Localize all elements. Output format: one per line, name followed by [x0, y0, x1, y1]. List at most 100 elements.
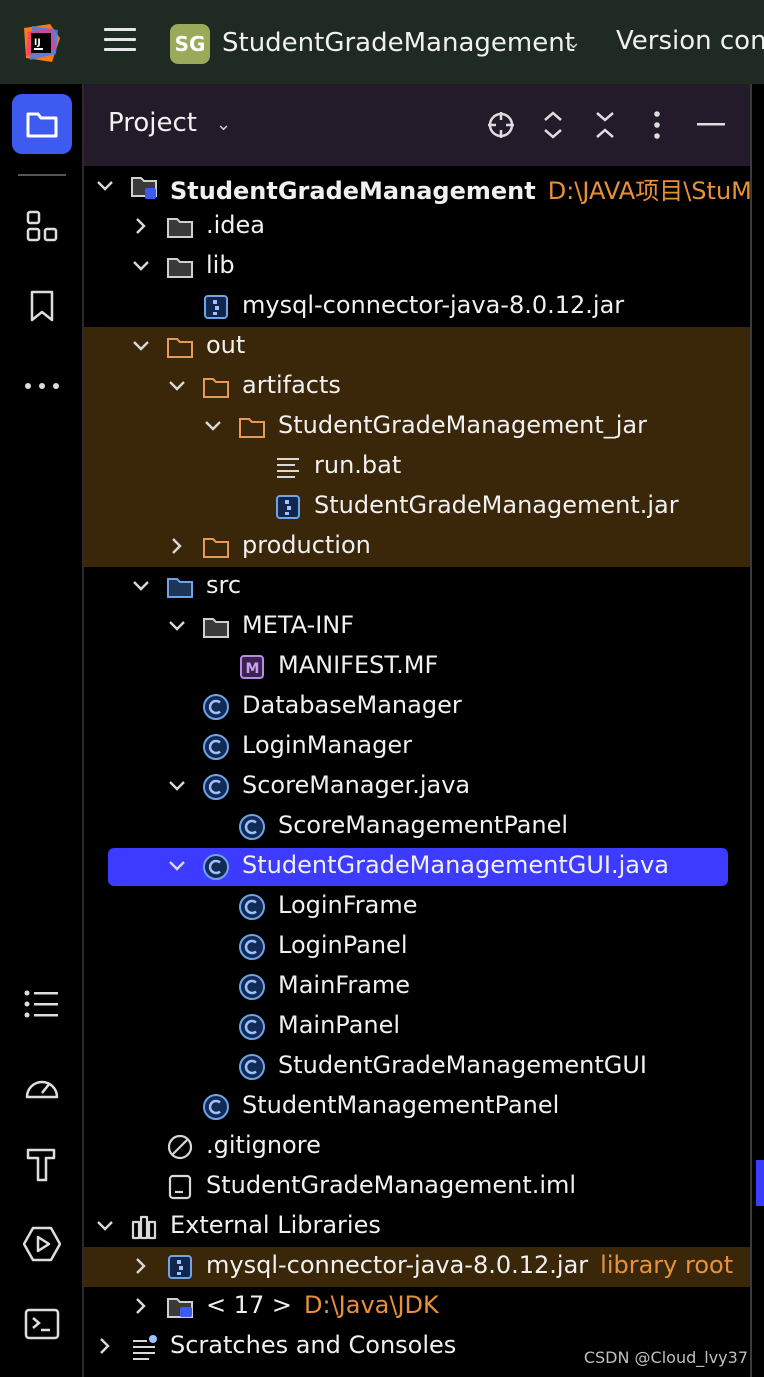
tree-row[interactable]: .idea: [84, 207, 750, 247]
tree-row[interactable]: StudentGradeManagementGUI: [84, 1047, 750, 1087]
panel-title[interactable]: Project: [108, 108, 197, 138]
build-hammer-icon[interactable]: [12, 1134, 72, 1194]
svg-text:IJ: IJ: [34, 38, 41, 48]
tree-row[interactable]: .gitignore: [84, 1127, 750, 1167]
tree-item-text: src: [206, 571, 242, 599]
class-icon: [238, 813, 266, 841]
tree-item-label: StudentGradeManagement.jar: [314, 491, 679, 519]
chevron-down-icon[interactable]: [94, 175, 116, 197]
chevron-right-icon[interactable]: [94, 1335, 116, 1357]
chevron-down-icon[interactable]: [166, 775, 188, 797]
main-toolbar: IJ SG StudentGradeManagement ⌄ Version c…: [0, 0, 764, 85]
tree-row[interactable]: ScoreManager.java: [84, 767, 750, 807]
tree-row[interactable]: META-INF: [84, 607, 750, 647]
tree-item-text: DatabaseManager: [242, 691, 462, 719]
tree-row[interactable]: MainFrame: [84, 967, 750, 1007]
tree-item-label: Scratches and Consoles: [170, 1331, 456, 1359]
tree-row[interactable]: DatabaseManager: [84, 687, 750, 727]
project-initials-badge[interactable]: SG: [170, 24, 210, 64]
tree-row[interactable]: LoginManager: [84, 727, 750, 767]
jar-icon: [202, 293, 230, 321]
class-icon: [202, 773, 230, 801]
tree-row[interactable]: StudentGradeManagement.iml: [84, 1167, 750, 1207]
tree-item-text: StudentGradeManagement_jar: [278, 411, 647, 439]
class-icon: [238, 933, 266, 961]
chevron-down-icon[interactable]: [166, 375, 188, 397]
bookmarks-tool-icon[interactable]: [12, 276, 72, 336]
tree-row[interactable]: out: [84, 327, 750, 367]
chevron-right-icon[interactable]: [130, 1295, 152, 1317]
chevron-down-icon[interactable]: [130, 255, 152, 277]
chevron-down-icon[interactable]: [130, 335, 152, 357]
chevron-down-icon[interactable]: ⌄: [566, 32, 581, 53]
tree-item-label: META-INF: [242, 611, 354, 639]
more-tools-icon[interactable]: [12, 356, 72, 416]
tree-item-label: .idea: [206, 211, 265, 239]
expand-all-icon[interactable]: [536, 108, 570, 142]
tree-item-label: mysql-connector-java-8.0.12.jar library r…: [206, 1251, 733, 1279]
version-control-button[interactable]: Version con: [616, 26, 764, 56]
tree-row[interactable]: LoginFrame: [84, 887, 750, 927]
chevron-down-icon[interactable]: [202, 415, 224, 437]
tree-row[interactable]: M MANIFEST.MF: [84, 647, 750, 687]
excluded-folder-icon: [202, 533, 230, 561]
class-icon: [202, 1093, 230, 1121]
tree-row[interactable]: External Libraries: [84, 1207, 750, 1247]
terminal-icon[interactable]: [12, 1294, 72, 1354]
folder-icon: [166, 253, 194, 281]
project-tool-icon[interactable]: [12, 94, 72, 154]
tree-item-text: .idea: [206, 211, 266, 239]
svg-text:M: M: [246, 661, 260, 677]
tree-row[interactable]: artifacts: [84, 367, 750, 407]
tree-row[interactable]: LoginPanel: [84, 927, 750, 967]
tree-row[interactable]: mysql-connector-java-8.0.12.jar library r…: [84, 1247, 750, 1287]
locate-target-icon[interactable]: [484, 108, 518, 142]
chevron-down-icon[interactable]: ⌄: [216, 114, 231, 135]
tree-item-label: DatabaseManager: [242, 691, 462, 719]
chevron-down-icon[interactable]: [166, 855, 188, 877]
tree-row[interactable]: MainPanel: [84, 1007, 750, 1047]
chevron-right-icon[interactable]: [130, 215, 152, 237]
tree-row-selected[interactable]: StudentGradeManagementGUI.java: [84, 847, 750, 887]
chevron-right-icon[interactable]: [130, 1255, 152, 1277]
tree-row[interactable]: StudentManagementPanel: [84, 1087, 750, 1127]
tree-row[interactable]: src: [84, 567, 750, 607]
hide-panel-icon[interactable]: [694, 108, 728, 142]
tree-row[interactable]: lib: [84, 247, 750, 287]
tree-row[interactable]: StudentGradeManagement D:\JAVA项目\StuM: [84, 167, 752, 207]
tree-row[interactable]: run.bat: [84, 447, 750, 487]
options-kebab-icon[interactable]: [640, 108, 674, 142]
tree-item-label: ScoreManager.java: [242, 771, 470, 799]
chevron-down-icon[interactable]: [166, 615, 188, 637]
tree-item-text: LoginPanel: [278, 931, 408, 959]
chevron-down-icon[interactable]: [94, 1215, 116, 1237]
tree-row[interactable]: StudentGradeManagement_jar: [84, 407, 750, 447]
excluded-folder-icon: [166, 333, 194, 361]
todo-list-icon[interactable]: [12, 974, 72, 1034]
tree-row[interactable]: StudentGradeManagement.jar: [84, 487, 750, 527]
tree-item-text: LoginFrame: [278, 891, 418, 919]
project-selector[interactable]: StudentGradeManagement: [222, 28, 575, 58]
tree-row[interactable]: ScoreManagementPanel: [84, 807, 750, 847]
tree-item-label: StudentGradeManagementGUI.java: [242, 851, 669, 879]
chevron-right-icon[interactable]: [166, 535, 188, 557]
collapse-all-icon[interactable]: [588, 108, 622, 142]
services-run-icon[interactable]: [12, 1214, 72, 1274]
tree-item-text: StudentGradeManagement.jar: [314, 491, 679, 519]
tree-row[interactable]: mysql-connector-java-8.0.12.jar: [84, 287, 750, 327]
intellij-logo-icon[interactable]: IJ: [22, 24, 60, 62]
tree-item-label: StudentGradeManagement D:\JAVA项目\StuM: [170, 171, 752, 206]
tool-window-strip: [0, 84, 84, 1377]
tree-item-text: run.bat: [314, 451, 402, 479]
manifest-icon: M: [238, 653, 266, 681]
tree-item-text: production: [242, 531, 371, 559]
excluded-folder-icon: [238, 413, 266, 441]
main-menu-icon[interactable]: [104, 28, 136, 56]
folder-icon: [166, 213, 194, 241]
profiler-gauge-icon[interactable]: [12, 1056, 72, 1116]
tree-item-label: StudentGradeManagementGUI: [278, 1051, 647, 1079]
chevron-down-icon[interactable]: [130, 575, 152, 597]
tree-row[interactable]: production: [84, 527, 750, 567]
structure-tool-icon[interactable]: [12, 196, 72, 256]
tree-row[interactable]: < 17 > D:\Java\JDK: [84, 1287, 750, 1327]
